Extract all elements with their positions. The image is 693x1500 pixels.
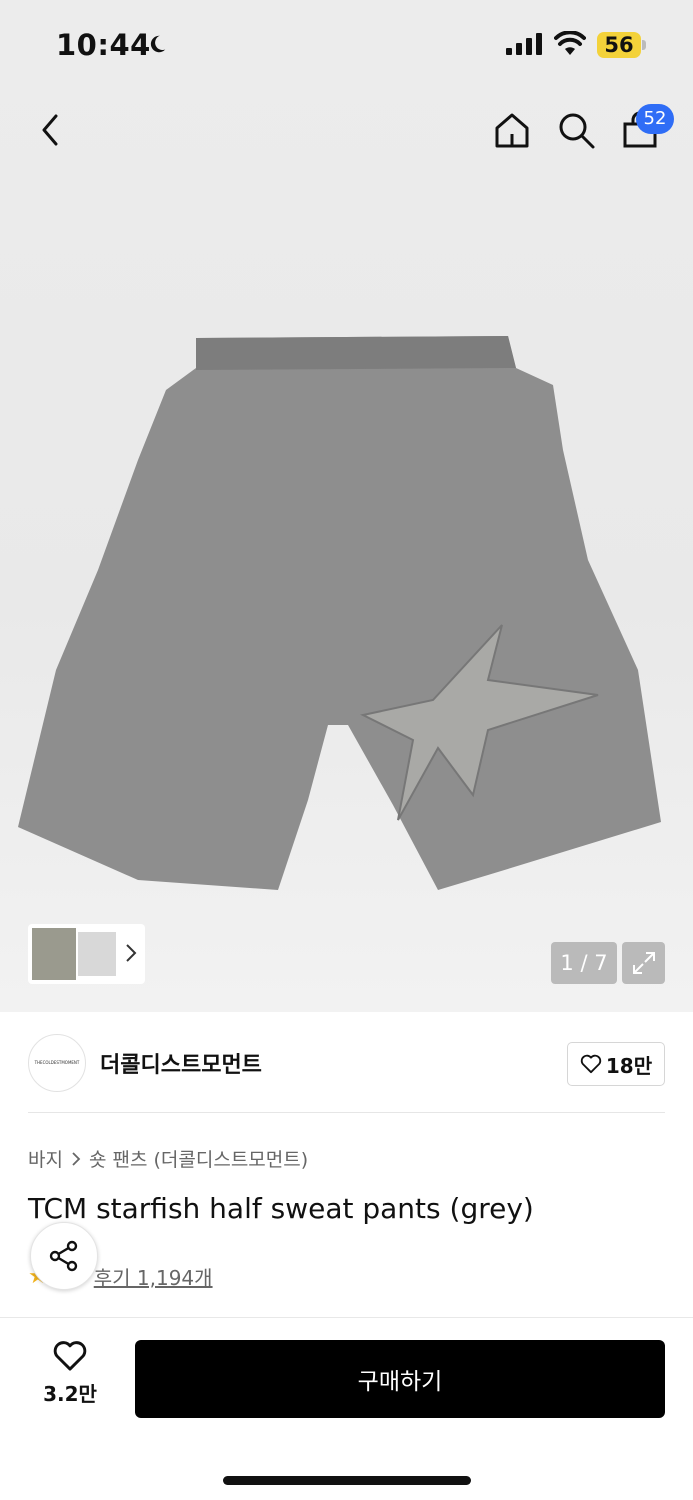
product-image[interactable] — [18, 330, 663, 900]
home-button[interactable] — [490, 108, 534, 152]
share-icon — [49, 1240, 78, 1272]
brand-logo[interactable]: THECOLDESTMOMENT — [28, 1034, 86, 1092]
battery-indicator: 56 — [597, 32, 647, 58]
heart-icon — [53, 1341, 87, 1371]
expand-button[interactable] — [622, 942, 665, 984]
moon-icon — [150, 35, 166, 53]
expand-icon — [632, 952, 655, 974]
wishlist-count: 3.2만 — [43, 1382, 97, 1406]
brand-logo-text: THECOLDESTMOMENT — [34, 1060, 80, 1065]
wifi-icon — [554, 31, 586, 55]
review-count-link[interactable]: 후기 1,194개 — [94, 1262, 213, 1291]
product-title: TCM starfish half sweat pants (grey) — [28, 1192, 534, 1225]
brand-name[interactable]: 더콜디스트모먼트 — [100, 1047, 262, 1079]
brand-like-button[interactable]: 18만 — [567, 1042, 665, 1086]
search-icon — [559, 113, 595, 149]
image-counter: 1 / 7 — [551, 942, 617, 984]
share-button[interactable] — [30, 1222, 98, 1290]
cellular-signal-icon — [506, 33, 542, 55]
buy-button[interactable]: 구매하기 — [135, 1340, 665, 1418]
status-time: 10:44 — [56, 28, 151, 62]
chevron-right-icon — [72, 1151, 81, 1166]
breadcrumb-category[interactable]: 바지 — [28, 1145, 63, 1172]
search-button[interactable] — [554, 108, 598, 152]
thumbnail-product[interactable] — [78, 932, 116, 976]
breadcrumb: 바지 숏 팬츠 (더콜디스트모먼트) — [28, 1145, 308, 1172]
cart-count-badge: 52 — [636, 104, 674, 134]
bottom-bar-divider — [0, 1317, 693, 1318]
divider — [28, 1112, 665, 1113]
home-icon — [495, 113, 529, 148]
battery-level: 56 — [597, 32, 641, 58]
buy-button-label: 구매하기 — [357, 1369, 443, 1395]
back-button[interactable] — [28, 108, 72, 152]
breadcrumb-subcategory[interactable]: 숏 팬츠 (더콜디스트모먼트) — [89, 1145, 308, 1172]
wishlist-button[interactable]: 3.2만 — [28, 1340, 112, 1418]
brand-like-count: 18만 — [605, 1053, 653, 1078]
status-bar: 10:44 56 — [0, 0, 693, 90]
chevron-right-icon — [126, 944, 137, 962]
thumbnail-strip[interactable] — [28, 924, 145, 984]
thumbnail-model[interactable] — [32, 928, 76, 980]
chevron-left-icon — [42, 114, 58, 146]
home-indicator[interactable] — [223, 1476, 471, 1485]
heart-icon — [580, 1054, 602, 1074]
